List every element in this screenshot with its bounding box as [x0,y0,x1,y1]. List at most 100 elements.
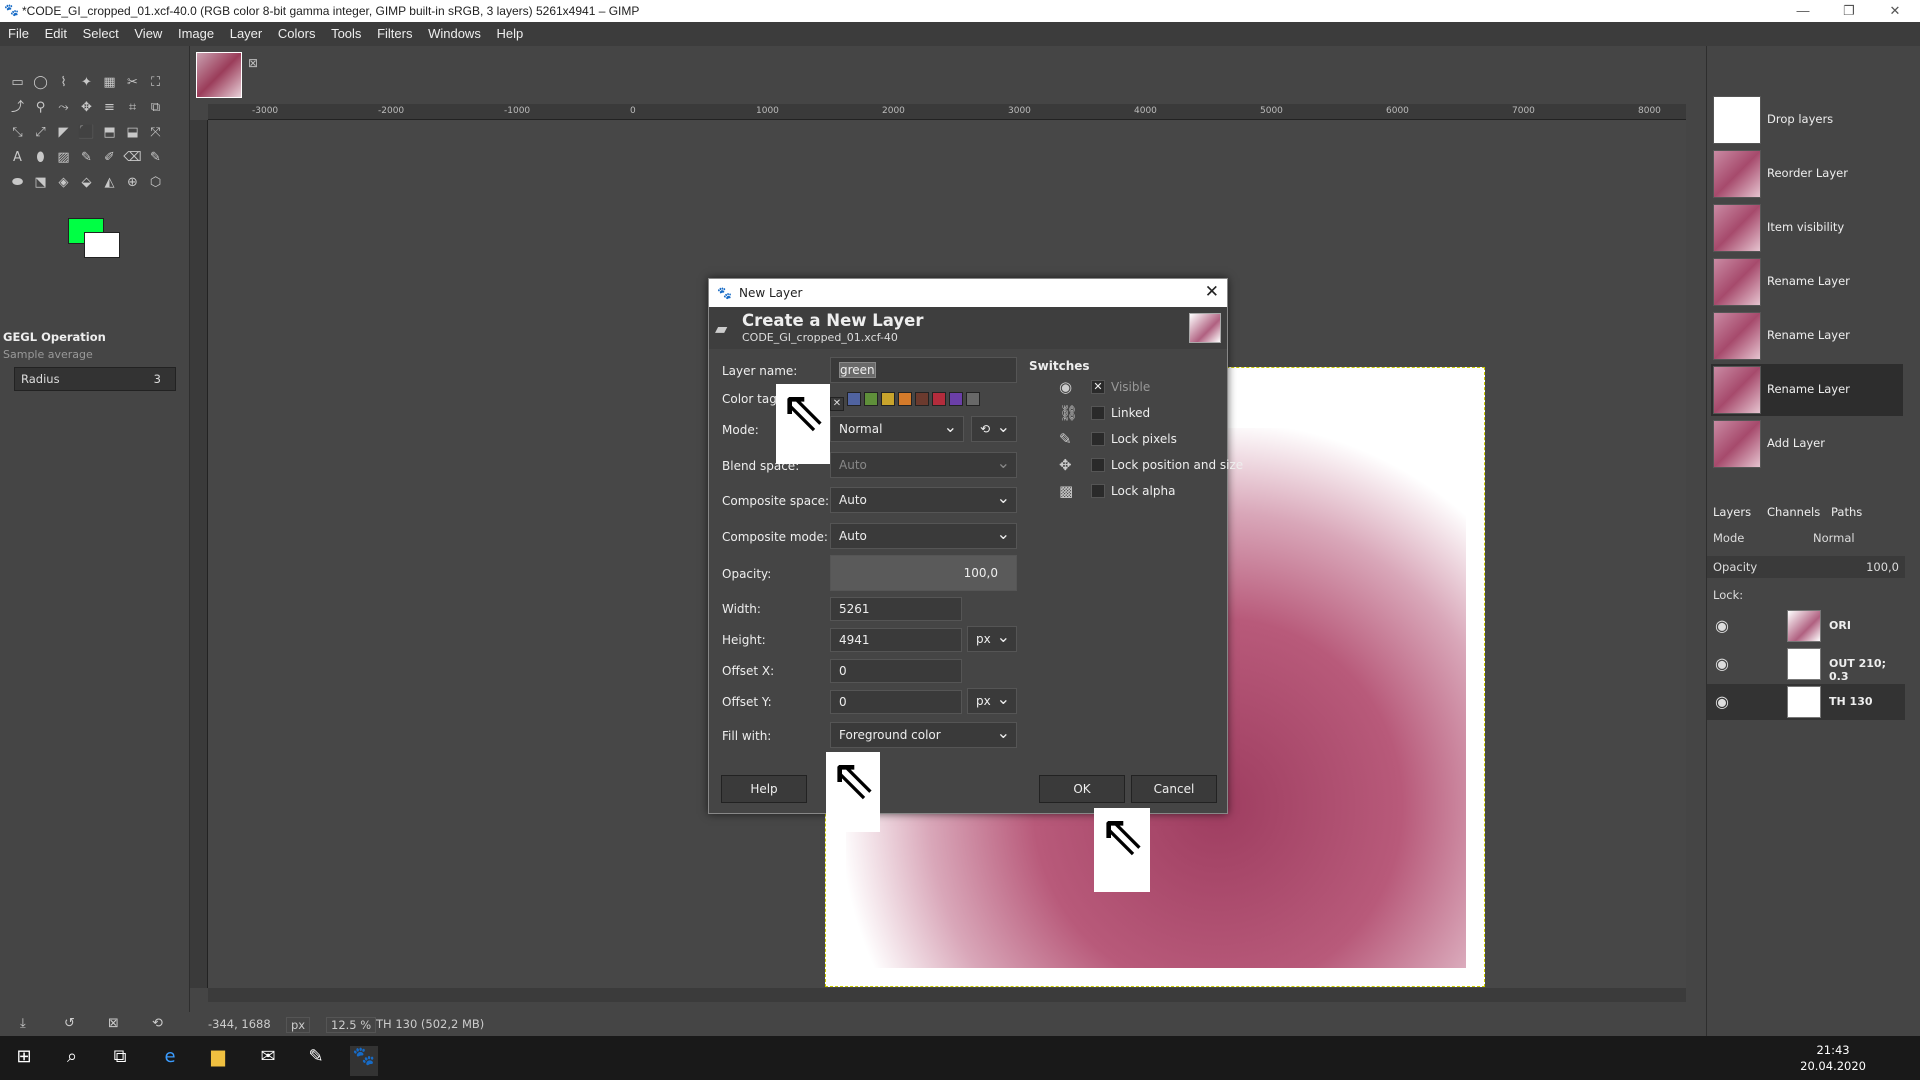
menu-image[interactable]: Image [170,22,214,41]
undo-history-item[interactable]: Add Layer [1711,418,1903,470]
tool-button[interactable]: ⬡ [145,172,166,193]
ok-button[interactable]: OK [1039,775,1125,803]
tool-button[interactable]: ◯ [30,72,51,93]
fill-with-select[interactable]: Foreground color [830,722,1017,748]
tool-button[interactable]: ⬬ [7,172,28,193]
menu-layer[interactable]: Layer [222,22,263,41]
undo-history-item[interactable]: Rename Layer [1711,310,1903,362]
tool-button[interactable]: ⬛ [76,122,97,143]
color-tag-swatch[interactable] [898,392,912,406]
tool-button[interactable]: ▦ [99,72,120,93]
edge-icon[interactable]: e [156,1046,184,1067]
tab-layers[interactable]: Layers [1713,505,1751,519]
tool-button[interactable]: ⤡ [7,122,28,143]
tool-button[interactable]: ⛶ [145,72,166,93]
horizontal-scrollbar[interactable] [208,988,1686,1002]
mode-swap-select[interactable]: ⟲ [971,416,1017,442]
image-tab-thumbnail[interactable] [196,52,242,98]
lock-position-checkbox[interactable] [1091,458,1105,472]
menu-filters[interactable]: Filters [369,22,412,41]
eye-icon[interactable]: ◉ [1715,654,1729,673]
mail-icon[interactable]: ✉ [254,1046,282,1067]
close-window-button[interactable]: ✕ [1872,0,1918,22]
tool-button[interactable]: ⧉ [145,97,166,118]
color-tag-swatch[interactable] [915,392,929,406]
mode-select[interactable]: Normal [830,416,964,442]
tool-button[interactable]: ⚲ [30,97,51,118]
maximize-button[interactable]: ❐ [1826,0,1872,22]
tool-button[interactable]: ◈ [53,172,74,193]
layer-opacity-row[interactable]: Opacity 100,0 [1707,556,1905,578]
tool-button[interactable]: ▭ [7,72,28,93]
unit-select[interactable]: px [286,1017,311,1033]
layer-name-input[interactable]: green [830,357,1017,383]
menu-view[interactable]: View [126,22,162,41]
tool-button[interactable]: ⬔ [30,172,51,193]
menu-windows[interactable]: Windows [420,22,481,41]
tool-button[interactable]: ◭ [99,172,120,193]
tool-button[interactable]: ⊕ [122,172,143,193]
gimp-taskbar-icon[interactable]: 🐾 [350,1046,378,1076]
tool-button[interactable]: ▨ [53,147,74,168]
dialog-close-icon[interactable]: ✕ [1205,282,1219,302]
minimize-button[interactable]: — [1780,0,1826,22]
color-tag-picker[interactable]: ✕ [830,392,983,411]
help-button[interactable]: Help [721,775,807,803]
menu-file[interactable]: File [0,22,29,41]
color-tag-swatch[interactable] [881,392,895,406]
restore-options-icon[interactable]: ↺ [64,1016,75,1031]
system-clock[interactable]: 21:43 20.04.2020 [1800,1042,1866,1074]
undo-history-item[interactable]: Drop layers [1711,94,1903,146]
zoom-select[interactable]: 12.5 % [326,1017,377,1033]
lock-pixels-checkbox[interactable] [1091,432,1105,446]
linked-checkbox[interactable] [1091,406,1105,420]
color-tag-none[interactable]: ✕ [830,397,844,411]
opacity-slider[interactable]: 100,0 [830,555,1017,591]
composite-mode-select[interactable]: Auto [830,523,1017,549]
radius-spinner[interactable]: Radius 3 [14,367,176,391]
color-tag-swatch[interactable] [847,392,861,406]
tool-button[interactable]: ◤ [53,122,74,143]
lock-alpha-checkbox[interactable] [1091,484,1105,498]
composite-space-select[interactable]: Auto [830,487,1017,513]
tool-button[interactable]: ⌗ [122,97,143,118]
eye-icon[interactable]: ◉ [1715,616,1729,635]
task-view-icon[interactable]: ⧉ [106,1046,134,1067]
tool-button[interactable]: ≡ [99,97,120,118]
delete-options-icon[interactable]: ⊠ [108,1016,119,1031]
tool-button[interactable]: ⌇ [53,72,74,93]
menu-help[interactable]: Help [488,22,523,41]
tool-button[interactable]: ✐ [99,147,120,168]
app-icon[interactable]: ✎ [302,1046,330,1067]
tool-button[interactable]: ⬓ [122,122,143,143]
tool-button[interactable]: ⌫ [122,147,143,168]
explorer-icon[interactable]: ▆ [204,1046,232,1067]
tool-button[interactable]: ⤧ [145,122,166,143]
save-options-icon[interactable]: ⤓ [20,1016,26,1031]
layer-row[interactable]: ◉ TH 130 [1707,684,1905,720]
tab-paths[interactable]: Paths [1831,505,1862,519]
offset-unit-select[interactable]: px [967,688,1017,714]
tool-button[interactable]: A [7,147,28,168]
tool-button[interactable]: ✎ [145,147,166,168]
background-color-swatch[interactable] [84,232,120,258]
menu-edit[interactable]: Edit [37,22,67,41]
reset-options-icon[interactable]: ⟲ [152,1016,163,1031]
tool-button[interactable]: ⬙ [76,172,97,193]
color-tag-swatch[interactable] [932,392,946,406]
undo-history-item[interactable]: Item visibility [1711,202,1903,254]
menu-select[interactable]: Select [75,22,119,41]
color-tag-swatch[interactable] [966,392,980,406]
color-tag-swatch[interactable] [864,392,878,406]
width-input[interactable]: 5261 [830,597,962,621]
offset-y-input[interactable]: 0 [830,690,962,714]
layer-mode-row[interactable]: Mode Normal [1707,528,1905,550]
search-icon[interactable]: ⌕ [58,1046,86,1067]
layer-row[interactable]: ◉ OUT 210; 0.3 [1707,646,1905,683]
blend-space-select[interactable]: Auto [830,452,1017,478]
tool-button[interactable]: ✥ [76,97,97,118]
menu-colors[interactable]: Colors [270,22,316,41]
start-icon[interactable]: ⊞ [10,1046,38,1067]
layer-row[interactable]: ◉ ORI [1707,608,1905,644]
undo-history-item[interactable]: Rename Layer [1711,256,1903,308]
